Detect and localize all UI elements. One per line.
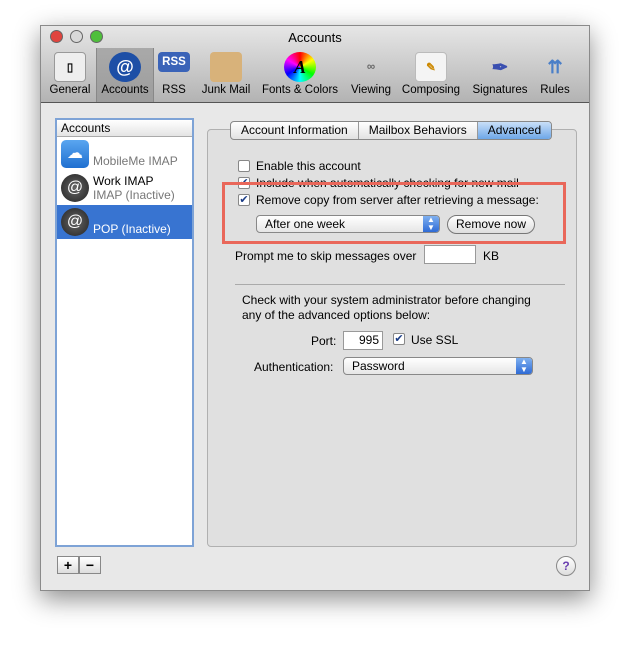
accounts-list-header: Accounts <box>57 120 192 137</box>
authentication-popup[interactable]: Password ▲ ▼ <box>343 357 533 375</box>
use-ssl-label: Use SSL <box>411 333 459 347</box>
port-label: Port: <box>311 334 337 348</box>
account-pop[interactable]: @ POP (Inactive) <box>57 205 192 239</box>
enable-account-label: Enable this account <box>256 159 361 173</box>
at-icon: @ <box>109 52 141 82</box>
fonts-colors-icon: A <box>284 52 316 82</box>
toolbar-general[interactable]: ▯ General <box>46 48 94 102</box>
pencil-icon: ✎ <box>415 52 447 82</box>
prompt-skip-label: Prompt me to skip messages over <box>235 249 417 263</box>
switch-icon: ▯ <box>54 52 86 82</box>
toolbar-rules[interactable]: ⇈ Rules <box>535 48 575 102</box>
preferences-window: Accounts ▯ General @ Accounts RSS RSS Junk … <box>40 25 590 591</box>
at-icon: @ <box>61 208 89 236</box>
toolbar-viewing[interactable]: ∞ Viewing <box>346 48 396 102</box>
skip-size-field[interactable] <box>424 245 476 264</box>
tab-bar: Account Information Mailbox Behaviors Ad… <box>230 121 553 140</box>
updown-arrows-icon: ▲ ▼ <box>516 358 532 374</box>
kb-label: KB <box>483 249 500 263</box>
toolbar-junk-mail[interactable]: Junk Mail <box>196 48 256 102</box>
accounts-list[interactable]: Accounts ☁ MobileMe IMAP @ Work IMAP IMAP (… <box>55 118 194 547</box>
highlight-annotation <box>222 182 566 244</box>
toolbar-rss[interactable]: RSS RSS <box>156 48 192 102</box>
tab-mailbox-behaviors[interactable]: Mailbox Behaviors <box>359 122 478 139</box>
tab-account-information[interactable]: Account Information <box>231 122 359 139</box>
divider <box>235 284 565 285</box>
use-ssl-checkbox[interactable]: ✔ <box>393 333 405 345</box>
remove-account-button[interactable]: − <box>79 556 101 574</box>
glasses-icon: ∞ <box>366 61 376 73</box>
cloud-icon: ☁ <box>61 140 89 168</box>
authentication-label: Authentication: <box>254 360 334 374</box>
port-field[interactable]: 995 <box>343 331 383 350</box>
pen-icon: ✒ <box>491 56 509 79</box>
toolbar-signatures[interactable]: ✒ Signatures <box>467 48 533 102</box>
toolbar-accounts[interactable]: @ Accounts <box>96 48 154 102</box>
add-account-button[interactable]: + <box>57 556 79 574</box>
account-mobileme[interactable]: ☁ MobileMe IMAP <box>57 137 192 171</box>
rules-icon: ⇈ <box>547 56 563 77</box>
rss-icon: RSS <box>158 52 190 72</box>
toolbar-fonts-colors[interactable]: A Fonts & Colors <box>258 48 342 102</box>
junk-mail-icon <box>210 52 242 82</box>
toolbar-composing[interactable]: ✎ Composing <box>399 48 463 102</box>
help-button[interactable]: ? <box>556 556 576 576</box>
window-title: Accounts <box>288 30 342 45</box>
title-bar: Accounts ▯ General @ Accounts RSS RSS Junk … <box>41 26 589 103</box>
admin-note: Check with your system administrator bef… <box>242 293 531 322</box>
at-icon: @ <box>61 174 89 202</box>
tab-advanced[interactable]: Advanced <box>477 122 552 139</box>
enable-account-checkbox[interactable] <box>238 160 250 172</box>
account-work-imap[interactable]: @ Work IMAP IMAP (Inactive) <box>57 171 192 205</box>
